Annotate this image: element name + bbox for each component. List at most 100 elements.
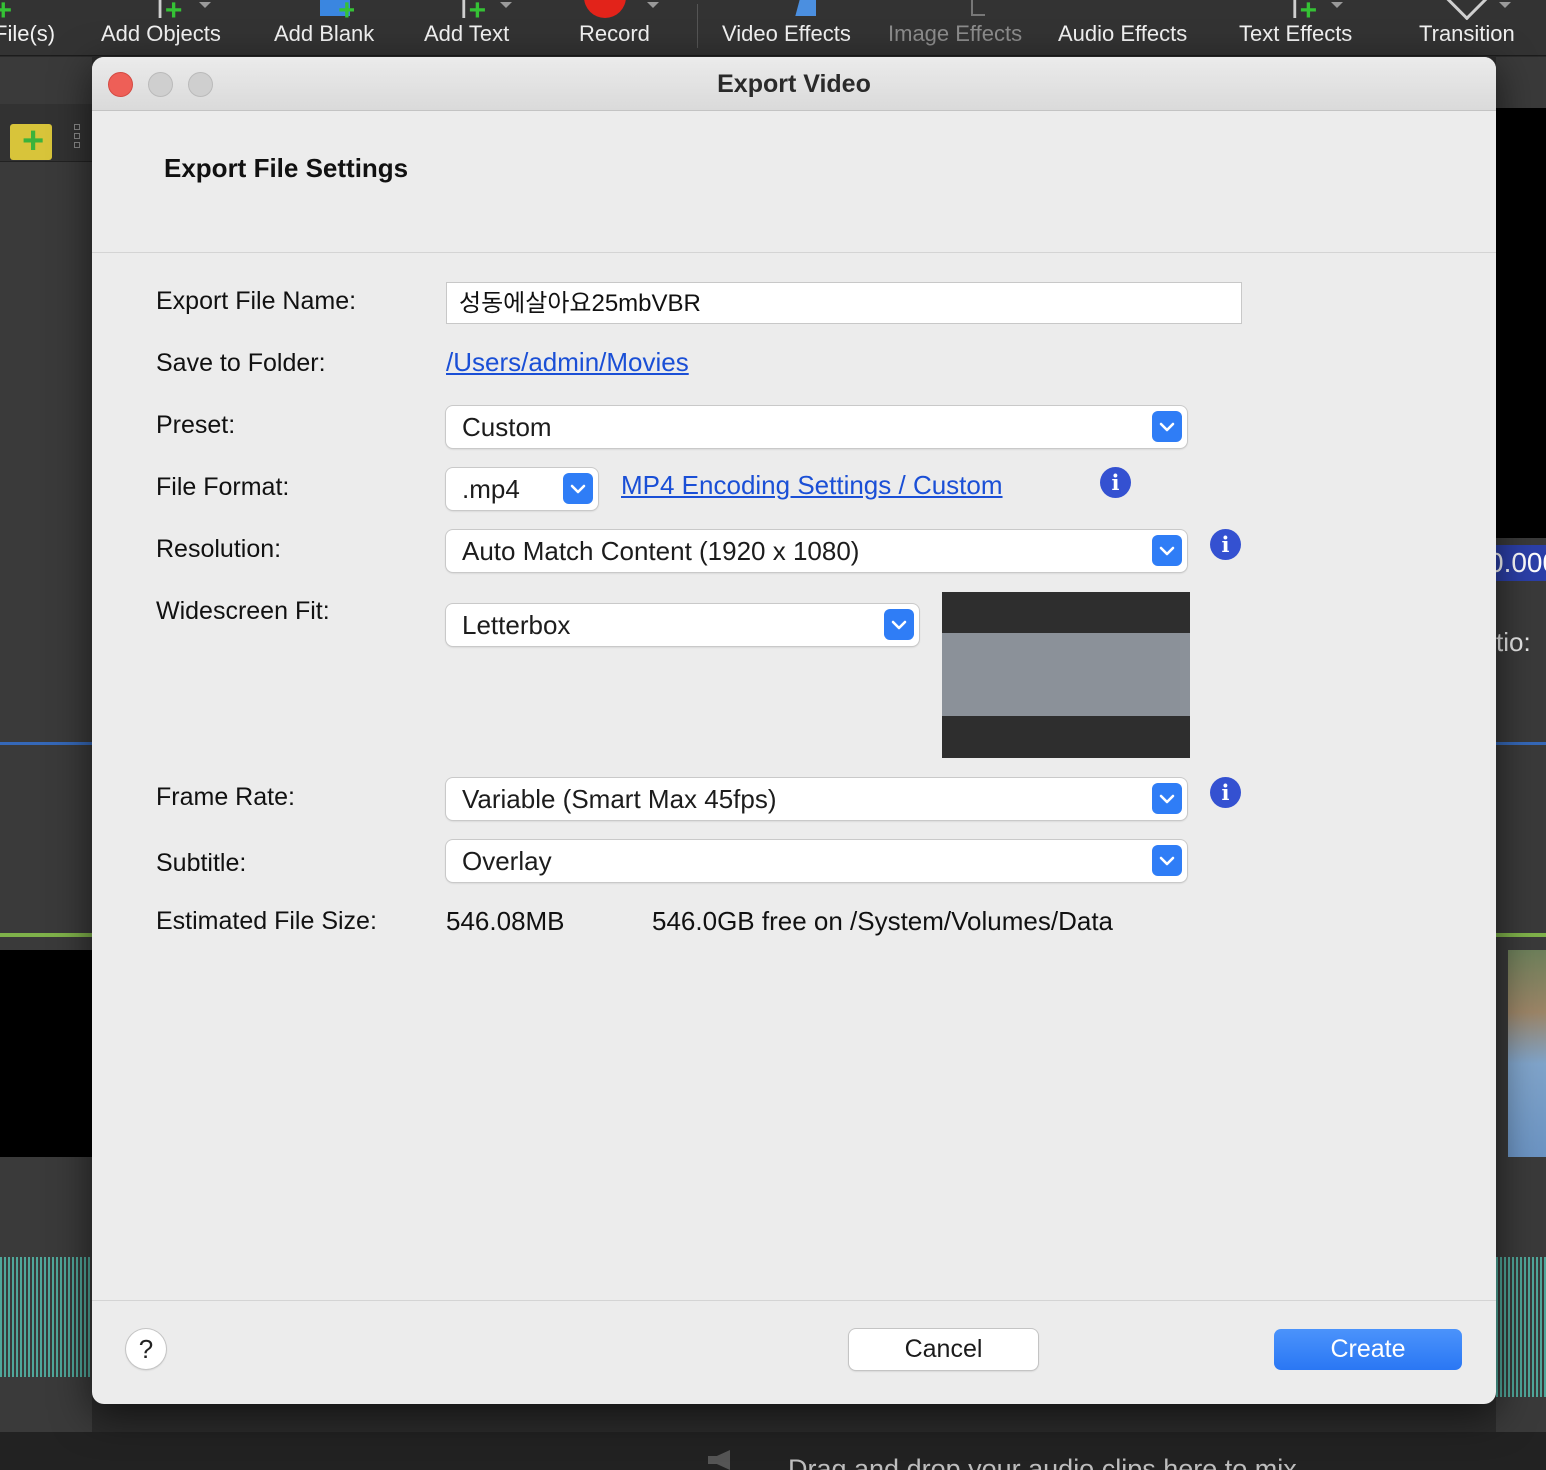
audio-waveform <box>1496 1257 1546 1397</box>
toolbar-label: Record <box>579 21 650 46</box>
save-folder-link[interactable]: /Users/admin/Movies <box>446 347 689 378</box>
frame-rate-info-icon[interactable]: i <box>1210 777 1241 808</box>
chevron-down-icon[interactable] <box>884 609 914 640</box>
save-folder-label: Save to Folder: <box>156 349 326 377</box>
add-text-icon: T + <box>454 0 487 20</box>
main-toolbar: + File(s) T + Add Objects + Add Blank T … <box>0 0 1546 56</box>
dropdown-arrow-icon[interactable] <box>1499 2 1511 8</box>
chevron-down-icon[interactable] <box>1152 535 1182 566</box>
toolbar-add-text[interactable]: T + Add Text <box>424 0 512 56</box>
estimated-size-value: 546.08MB <box>446 906 565 936</box>
toolbar-add-files[interactable]: + File(s) <box>0 0 55 56</box>
cancel-button[interactable]: Cancel <box>849 1329 1038 1370</box>
toolbar-audio-effects[interactable]: ♪ Audio Effects <box>1058 0 1187 56</box>
toolbar-transition[interactable]: Transition <box>1419 0 1515 56</box>
letterbox-preview-frame <box>942 633 1190 716</box>
widescreen-fit-value: Letterbox <box>462 610 571 640</box>
format-info-icon[interactable]: i <box>1100 467 1131 498</box>
toolbar-label: Text Effects <box>1239 21 1353 46</box>
video-effects-icon <box>756 0 817 20</box>
free-space-text: 546.0GB free on /System/Volumes/Data <box>652 906 1114 936</box>
toolbar-label: Video Effects <box>722 21 851 46</box>
audio-drop-hint: Drag and drop your audio clips here to m… <box>788 1454 1297 1470</box>
section-divider <box>92 252 1496 253</box>
preset-select[interactable]: Custom <box>446 406 1187 448</box>
section-title: Export File Settings <box>164 153 409 183</box>
toolbar-add-blank[interactable]: + Add Blank <box>274 0 374 56</box>
toolbar-video-effects[interactable]: Video Effects <box>722 0 851 56</box>
create-button[interactable]: Create <box>1274 1329 1462 1370</box>
dialog-titlebar[interactable]: Export Video <box>92 57 1496 111</box>
chevron-down-icon[interactable] <box>1152 411 1182 442</box>
file-name-label: Export File Name: <box>156 287 357 315</box>
toolbar-separator <box>697 4 698 48</box>
resolution-label: Resolution: <box>156 535 282 563</box>
subtitle-value: Overlay <box>462 846 552 876</box>
text-effects-icon: T + <box>1285 0 1318 20</box>
preset-value: Custom <box>462 412 552 442</box>
timeline-divider <box>0 742 92 745</box>
encoding-settings-link[interactable]: MP4 Encoding Settings / Custom <box>621 470 1003 501</box>
timeline-divider <box>1496 742 1546 745</box>
audio-mix-track: Drag and drop your audio clips here to m… <box>0 1432 1546 1470</box>
resolution-select[interactable]: Auto Match Content (1920 x 1080) <box>446 530 1187 572</box>
frame-rate-select[interactable]: Variable (Smart Max 45fps) <box>446 778 1187 820</box>
resolution-value: Auto Match Content (1920 x 1080) <box>462 536 860 566</box>
footer-divider <box>92 1300 1496 1301</box>
file-format-value: .mp4 <box>462 474 520 504</box>
dropdown-arrow-icon[interactable] <box>647 2 659 8</box>
toolbar-label: File(s) <box>0 21 56 46</box>
file-format-label: File Format: <box>156 473 290 501</box>
subtitle-select[interactable]: Overlay <box>446 840 1187 882</box>
chevron-down-icon[interactable] <box>563 473 593 504</box>
toolbar-label: Add Blank <box>274 21 375 46</box>
dropdown-arrow-icon[interactable] <box>1331 2 1343 8</box>
audio-waveform <box>0 1187 92 1432</box>
grid-view-icon[interactable] <box>74 121 90 157</box>
ratio-label: tio: <box>1496 627 1531 657</box>
letterbox-preview <box>942 592 1190 758</box>
add-objects-icon: T + <box>150 0 183 20</box>
bin-panel <box>0 57 92 1470</box>
track-indicator <box>0 933 92 937</box>
toolbar-label: Add Text <box>424 21 510 46</box>
toolbar-label: Image Effects <box>888 21 1023 46</box>
toolbar-label: Transition <box>1419 21 1515 46</box>
chevron-down-icon[interactable] <box>1152 783 1182 814</box>
widescreen-fit-label: Widescreen Fit: <box>156 597 330 625</box>
dropdown-arrow-icon[interactable] <box>199 2 211 8</box>
clip-thumbnail[interactable] <box>1508 950 1546 1157</box>
toolbar-text-effects[interactable]: T + Text Effects <box>1239 0 1352 56</box>
toolbar-label: Audio Effects <box>1058 21 1188 46</box>
toolbar-record[interactable]: Record <box>579 0 659 56</box>
video-preview <box>1496 108 1546 538</box>
dialog-title: Export Video <box>717 70 871 98</box>
file-name-input[interactable]: 성동에살아요25mbVBR <box>446 282 1242 324</box>
add-blank-icon: + <box>294 0 354 20</box>
resolution-info-icon[interactable]: i <box>1210 529 1241 560</box>
image-effects-icon <box>925 0 986 20</box>
subtitle-label: Subtitle: <box>156 849 247 877</box>
chevron-down-icon[interactable] <box>1152 845 1182 876</box>
video-track <box>0 950 92 1157</box>
frame-rate-value: Variable (Smart Max 45fps) <box>462 784 777 814</box>
toolbar-image-effects[interactable]: Image Effects <box>888 0 1022 56</box>
audio-effects-icon: ♪ <box>1093 0 1153 20</box>
frame-rate-label: Frame Rate: <box>156 783 295 811</box>
add-folder-icon[interactable] <box>10 120 52 163</box>
file-format-select[interactable]: .mp4 <box>446 468 598 510</box>
track-indicator <box>1496 933 1546 937</box>
record-icon <box>584 0 644 20</box>
timecode-display: 0.000 <box>1496 545 1546 581</box>
preset-label: Preset: <box>156 411 236 439</box>
add-files-icon: + <box>0 0 13 20</box>
toolbar-add-objects[interactable]: T + Add Objects <box>101 0 221 56</box>
transition-icon <box>1437 0 1497 20</box>
speaker-icon <box>708 1450 730 1470</box>
help-button[interactable]: ? <box>126 1329 166 1369</box>
toolbar-label: Add Objects <box>101 21 221 46</box>
widescreen-fit-select[interactable]: Letterbox <box>446 604 919 646</box>
dropdown-arrow-icon[interactable] <box>500 2 512 8</box>
preview-panel: 0.000 tio: <box>1496 57 1546 1470</box>
estimated-size-label: Estimated File Size: <box>156 907 377 935</box>
